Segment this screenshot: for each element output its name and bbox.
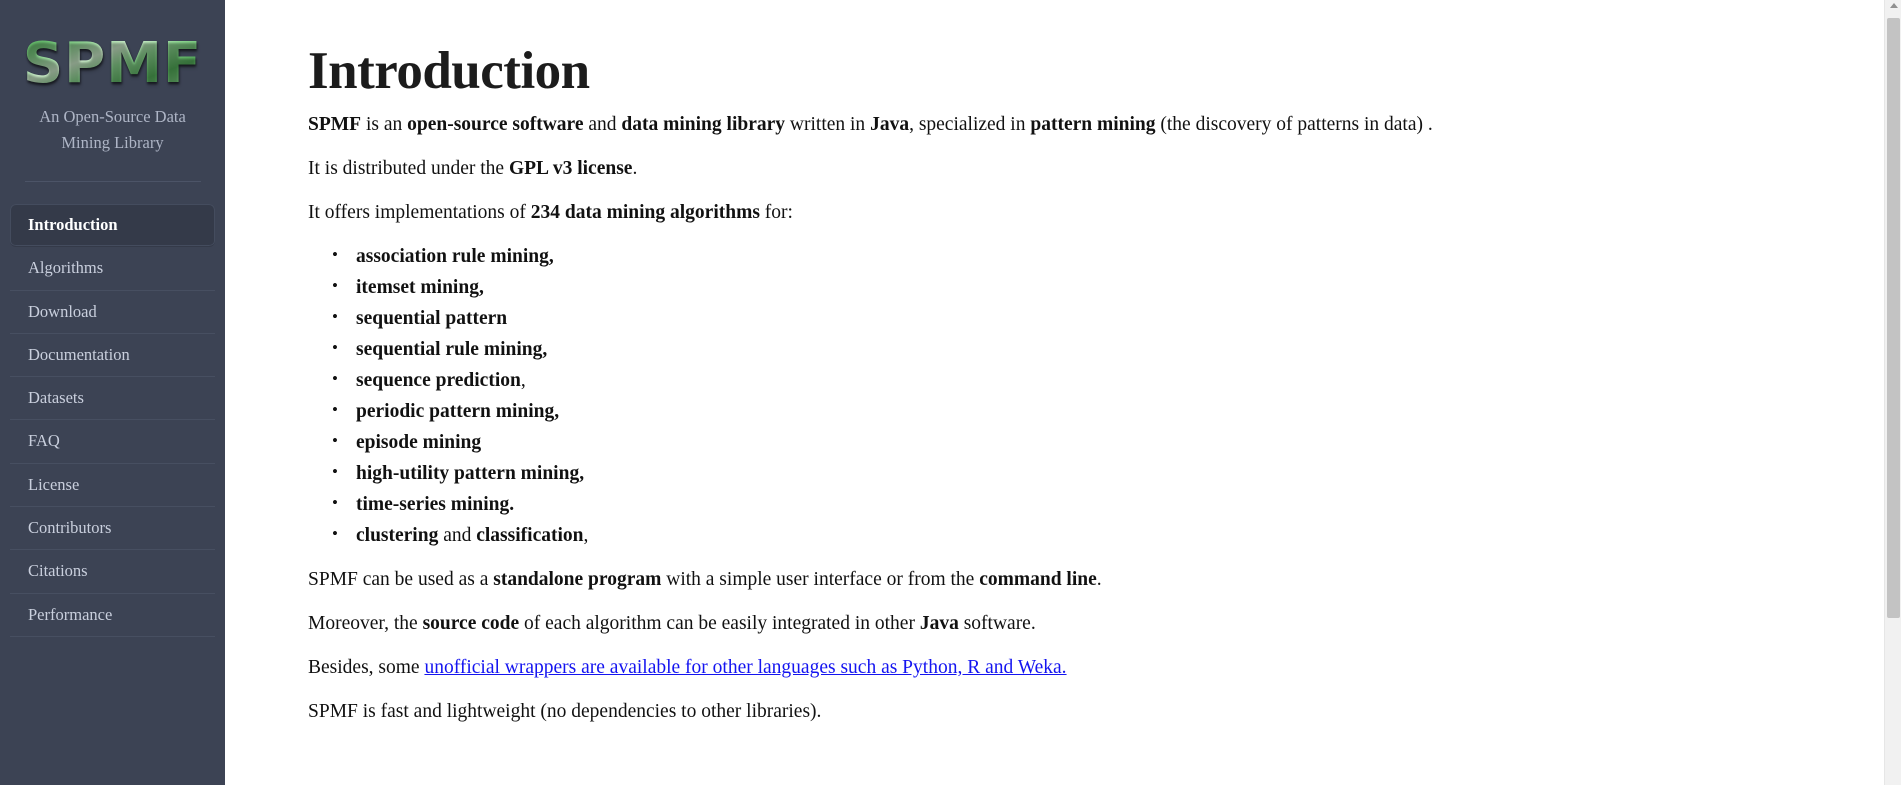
text-plain: with a simple user interface or from the: [661, 568, 980, 590]
text-spmf: SPMF: [308, 114, 362, 136]
list-item: episode mining: [332, 430, 1841, 456]
wrappers-link[interactable]: unofficial wrappers are available for ot…: [424, 657, 1066, 678]
text-plain: .: [632, 158, 638, 180]
text-data-mining-library: data mining library: [621, 114, 786, 136]
text-open-source-software: open-source software: [407, 114, 584, 136]
list-item: time-series mining.: [332, 492, 1841, 518]
feature-label: sequential rule mining,: [356, 339, 548, 361]
text-java: Java: [919, 612, 959, 634]
sidebar-item-label: License: [28, 474, 80, 494]
sidebar-item-download[interactable]: Download: [10, 291, 215, 334]
sidebar-item-label: FAQ: [28, 431, 60, 451]
feature-mid: and: [438, 524, 477, 546]
page-title: Introduction: [308, 42, 590, 100]
feature-label: high-utility pattern mining,: [356, 462, 585, 484]
intro-paragraph-3: It offers implementations of 234 data mi…: [308, 201, 1841, 226]
feature-label: sequential pattern: [356, 308, 508, 330]
text-gpl-license: GPL v3 license: [508, 158, 633, 180]
spmf-logo[interactable]: SPMF: [23, 36, 202, 92]
list-item: sequential rule mining,: [332, 337, 1841, 363]
text-plain: , specialized in: [909, 114, 1031, 136]
list-item: sequential pattern: [332, 306, 1841, 332]
text-source-code: source code: [422, 612, 520, 634]
feature-suffix: ,: [583, 524, 589, 546]
feature-list: association rule mining, itemset mining,…: [308, 244, 1841, 549]
text-plain: software.: [958, 612, 1036, 634]
feature-label: time-series mining.: [356, 493, 515, 515]
feature-label: episode mining: [356, 431, 482, 453]
text-plain: (the discovery of patterns in data) .: [1155, 114, 1433, 136]
usage-paragraph: SPMF can be used as a standalone program…: [308, 568, 1841, 593]
text-plain: SPMF can be used as a: [308, 568, 494, 590]
text-pattern-mining: pattern mining: [1030, 114, 1156, 136]
text-plain: written in: [785, 114, 871, 136]
sidebar: SPMF An Open-Source Data Mining Library …: [0, 0, 225, 785]
sidebar-nav: Introduction Algorithms Download Documen…: [0, 204, 225, 637]
sidebar-item-faq[interactable]: FAQ: [10, 420, 215, 464]
sidebar-item-label: Download: [28, 301, 97, 321]
sidebar-item-introduction[interactable]: Introduction: [10, 204, 215, 248]
sidebar-item-datasets[interactable]: Datasets: [10, 377, 215, 421]
text-plain: of each algorithm can be easily integrat…: [519, 612, 920, 634]
sidebar-divider: [24, 181, 201, 183]
feature-label: periodic pattern mining,: [356, 400, 560, 422]
sidebar-item-license[interactable]: License: [10, 464, 215, 507]
text-command-line: command line: [979, 568, 1097, 590]
intro-paragraph-2: It is distributed under the GPL v3 licen…: [308, 157, 1841, 182]
sidebar-item-label: Citations: [28, 561, 88, 581]
text-plain: for:: [759, 202, 793, 224]
sidebar-item-citations[interactable]: Citations: [10, 550, 215, 594]
vertical-scrollbar[interactable]: [1884, 0, 1901, 785]
sidebar-item-label: Performance: [28, 604, 113, 624]
feature-suffix: ,: [520, 370, 526, 392]
sidebar-item-performance[interactable]: Performance: [10, 594, 215, 637]
sidebar-tagline: An Open-Source Data Mining Library: [39, 107, 186, 152]
feature-label: itemset mining,: [356, 277, 484, 299]
text-algorithm-count: 234 data mining algorithms: [530, 202, 760, 224]
sidebar-item-contributors[interactable]: Contributors: [10, 507, 215, 551]
wrappers-paragraph: Besides, some unofficial wrappers are av…: [308, 656, 1841, 681]
feature-label: clustering: [356, 524, 439, 546]
list-item: association rule mining,: [332, 244, 1841, 270]
page-root: SPMF An Open-Source Data Mining Library …: [0, 0, 1901, 785]
text-plain: It offers implementations of: [308, 202, 531, 224]
list-item: periodic pattern mining,: [332, 399, 1841, 425]
sidebar-item-algorithms[interactable]: Algorithms: [10, 247, 215, 291]
list-item: high-utility pattern mining,: [332, 461, 1841, 487]
text-plain: Besides, some: [308, 656, 425, 678]
logo-wrap: SPMF: [0, 0, 225, 92]
feature-label: association rule mining,: [356, 246, 554, 268]
feature-label: sequence prediction: [356, 370, 521, 392]
list-item: clustering and classification,: [332, 523, 1841, 549]
sidebar-item-label: Algorithms: [28, 258, 104, 278]
text-plain: It is distributed under the: [308, 158, 509, 180]
intro-paragraph-1: SPMF is an open-source software and data…: [308, 113, 1841, 138]
text-plain: Moreover, the: [308, 612, 423, 634]
sidebar-item-label: Datasets: [28, 388, 84, 408]
sidebar-item-documentation[interactable]: Documentation: [10, 334, 215, 378]
lightweight-paragraph: SPMF is fast and lightweight (no depende…: [308, 700, 822, 722]
scrollbar-thumb[interactable]: [1887, 18, 1900, 618]
text-plain: is an: [361, 114, 408, 136]
sidebar-item-label: Contributors: [28, 517, 112, 537]
sidebar-item-label: Documentation: [28, 344, 130, 364]
text-standalone-program: standalone program: [493, 568, 662, 590]
main-content: Introduction SPMF is an open-source soft…: [225, 0, 1901, 785]
list-item: itemset mining,: [332, 275, 1841, 301]
source-code-paragraph: Moreover, the source code of each algori…: [308, 612, 1841, 637]
scroll-up-arrow-icon[interactable]: [1890, 3, 1898, 8]
feature-label-2: classification: [476, 524, 584, 546]
text-plain: and: [583, 114, 622, 136]
text-java: Java: [870, 114, 910, 136]
list-item: sequence prediction,: [332, 368, 1841, 394]
text-plain: .: [1096, 568, 1102, 590]
sidebar-item-label: Introduction: [28, 215, 118, 235]
